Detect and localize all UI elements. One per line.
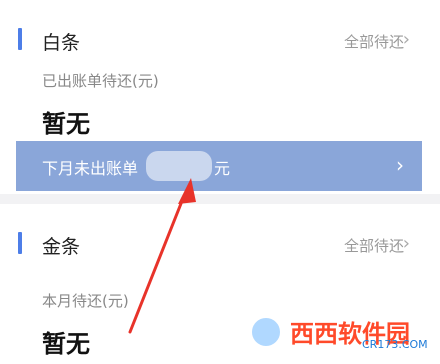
blurred-amount <box>146 151 212 181</box>
section-accent-bar <box>18 232 22 254</box>
all-pending-link[interactable]: 全部待还 <box>344 235 404 256</box>
section-title: 白条 <box>42 32 81 54</box>
next-month-unbilled-row[interactable]: 下月未出账单 元 › <box>16 141 422 191</box>
month-pending-label: 本月待还(元) <box>42 292 129 310</box>
baitiao-card: 白条 全部待还 › 已出账单待还(元) 暂无 下月未出账单 元 › <box>0 0 440 194</box>
section-accent-bar <box>18 28 22 50</box>
watermark-site: CR173.COM <box>362 338 428 351</box>
all-pending-link[interactable]: 全部待还 <box>344 31 404 52</box>
month-pending-value: 暂无 <box>42 330 90 358</box>
section-title: 金条 <box>42 236 81 258</box>
watermark-logo-icon <box>248 314 284 350</box>
chevron-right-icon: › <box>396 153 404 177</box>
chevron-right-icon[interactable]: › <box>403 29 410 50</box>
billed-label: 已出账单待还(元) <box>42 72 159 90</box>
billed-value: 暂无 <box>42 110 90 138</box>
next-month-unbilled-label: 下月未出账单 <box>42 159 139 178</box>
unit-label: 元 <box>214 159 231 178</box>
chevron-right-icon[interactable]: › <box>403 233 410 254</box>
site-watermark: 西西软件园 CR173.COM <box>246 308 432 360</box>
